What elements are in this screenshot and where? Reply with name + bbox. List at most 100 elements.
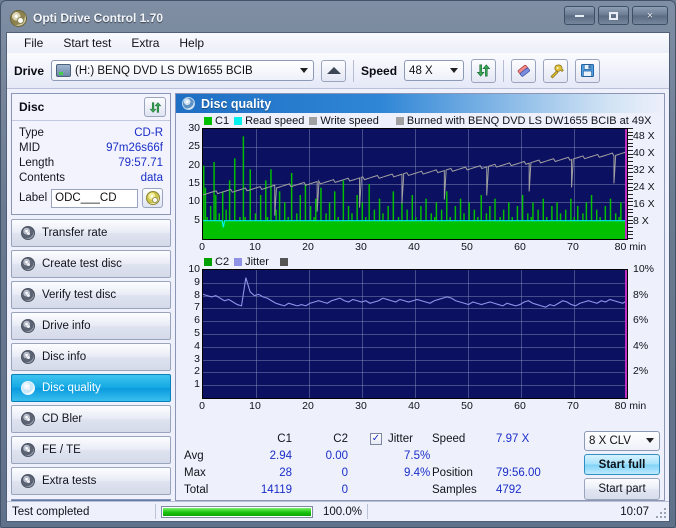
menu-file[interactable]: File bbox=[15, 34, 52, 52]
stats-c1-max: 28 bbox=[279, 466, 292, 479]
disc-label-button[interactable] bbox=[142, 188, 163, 208]
app-window: Opti Drive Control 1.70 × File Start tes… bbox=[0, 0, 676, 528]
close-button[interactable]: × bbox=[632, 6, 668, 25]
toolbar: Drive (H:) BENQ DVD LS DW1655 BCIB Speed… bbox=[7, 53, 669, 89]
y-tick: 5 bbox=[194, 213, 200, 226]
cd-icon bbox=[145, 191, 160, 205]
x-tick: 50 bbox=[461, 400, 473, 412]
legend-marker-icon bbox=[279, 258, 288, 266]
x-tick: 30 bbox=[355, 400, 367, 412]
sidebar-item-drive-info[interactable]: Drive info bbox=[11, 312, 171, 340]
status-time: 10:07 bbox=[620, 505, 649, 518]
y-tick-right: 10% bbox=[633, 263, 655, 275]
disc-row-length: Length 79:57.71 bbox=[19, 155, 163, 170]
stats-info-values: 7.97 X 79:56.00 4792 bbox=[490, 430, 552, 500]
drive-select[interactable]: (H:) BENQ DVD LS DW1655 BCIB bbox=[51, 60, 315, 81]
menu-start-test[interactable]: Start test bbox=[54, 34, 120, 52]
chevron-down-icon bbox=[445, 62, 462, 79]
c2-chart-y-axis-right: 2% 4% 6% 8% 10% bbox=[628, 263, 662, 399]
nav-list: Transfer rate Create test disc Verify te… bbox=[11, 219, 171, 495]
info-value-speed: 7.97 X bbox=[496, 432, 530, 445]
refresh-button[interactable] bbox=[471, 58, 497, 83]
sidebar-item-extra-tests[interactable]: Extra tests bbox=[11, 467, 171, 495]
legend-c2: C2 bbox=[204, 256, 229, 268]
x-tick: 80 min bbox=[614, 400, 647, 412]
info-key-speed: Speed bbox=[432, 432, 466, 445]
drive-select-value: (H:) BENQ DVD LS DW1655 BCIB bbox=[75, 64, 253, 77]
x-tick: 70 bbox=[567, 241, 579, 253]
eject-button[interactable] bbox=[321, 59, 347, 82]
save-button[interactable] bbox=[575, 58, 601, 83]
sidebar-item-create-test-disc[interactable]: Create test disc bbox=[11, 250, 171, 278]
info-value-samples: 4792 bbox=[496, 483, 522, 496]
stats-c2-avg: 0.00 bbox=[325, 449, 348, 462]
menu-bar: File Start test Extra Help bbox=[7, 33, 669, 53]
chevron-down-icon bbox=[295, 62, 312, 79]
x-tick: 80 min bbox=[614, 241, 647, 253]
stats-info-keys: Speed Position Samples bbox=[432, 430, 490, 500]
disc-icon bbox=[21, 474, 35, 488]
status-bar: Test completed 100.0% 10:07 bbox=[7, 501, 669, 521]
menu-extra[interactable]: Extra bbox=[122, 34, 168, 52]
y-tick-right: 6% bbox=[633, 314, 649, 327]
x-tick: 10 bbox=[249, 241, 261, 253]
sidebar-item-cd-bler[interactable]: CD Bler bbox=[11, 405, 171, 433]
jitter-checkbox[interactable]: ✓ bbox=[370, 432, 382, 445]
start-full-button[interactable]: Start full bbox=[584, 453, 660, 476]
y-tick: 15 bbox=[188, 177, 200, 189]
stats-col-jitter: ✓ Jitter 7.5% 9.4% bbox=[348, 430, 432, 500]
progress-cell bbox=[156, 502, 318, 521]
disc-row-type-value: CD-R bbox=[134, 126, 163, 139]
speed-select[interactable]: 48 X bbox=[404, 60, 465, 81]
stats-actions: 8 X CLV Start full Start part bbox=[584, 430, 660, 500]
maximize-button[interactable] bbox=[598, 6, 629, 25]
stats-label-total: Total bbox=[184, 483, 209, 496]
stats-c2-max: 0 bbox=[341, 466, 348, 479]
c2-chart-plot bbox=[202, 269, 628, 399]
drive-icon bbox=[56, 64, 72, 77]
sidebar-item-disc-info[interactable]: Disc info bbox=[11, 343, 171, 371]
legend-burn-info: Burned with BENQ DVD LS DW1655 BCIB at 4… bbox=[395, 115, 651, 127]
sidebar-item-transfer-rate[interactable]: Transfer rate bbox=[11, 219, 171, 247]
c1-chart-y-axis-right: 8 X 16 X 24 X 32 X 40 X 48 X bbox=[628, 128, 662, 240]
stats-header-c1: C1 bbox=[277, 432, 292, 445]
disc-refresh-button[interactable] bbox=[144, 97, 166, 117]
sidebar-item-label: Disc quality bbox=[42, 382, 101, 394]
disc-icon bbox=[21, 381, 35, 395]
stats-jitter-blank bbox=[370, 481, 432, 498]
y-tick: 10 bbox=[188, 195, 200, 208]
stats-label-max: Max bbox=[184, 466, 206, 479]
write-mode-select[interactable]: 8 X CLV bbox=[584, 431, 660, 451]
y-tick: 10 bbox=[188, 263, 200, 275]
sidebar: Disc Type CD-R MID 97m26s66f Length 79:5… bbox=[11, 93, 171, 521]
x-tick: 10 bbox=[249, 400, 261, 412]
disc-icon bbox=[21, 257, 35, 271]
stats-header-c2: C2 bbox=[333, 432, 348, 445]
sidebar-item-verify-test-disc[interactable]: Verify test disc bbox=[11, 281, 171, 309]
c2-jitter-chart: 1 2 3 4 5 6 7 8 9 10 2% 4% 6% 8% 10% bbox=[178, 263, 662, 399]
window-title: Opti Drive Control 1.70 bbox=[33, 11, 164, 25]
stats-col-c1: C1 2.94 28 14119 bbox=[232, 430, 292, 500]
sidebar-item-disc-quality[interactable]: Disc quality bbox=[11, 374, 171, 402]
minimize-button[interactable] bbox=[564, 6, 595, 25]
sidebar-item-fe-te[interactable]: FE / TE bbox=[11, 436, 171, 464]
toolbar-divider-2 bbox=[503, 59, 505, 82]
resize-grip[interactable] bbox=[654, 506, 666, 518]
start-part-button[interactable]: Start part bbox=[584, 478, 660, 500]
menu-help[interactable]: Help bbox=[170, 34, 213, 52]
y-tick: 25 bbox=[188, 140, 200, 153]
stats-jitter-avg: 7.5% bbox=[404, 449, 431, 462]
tools-button[interactable] bbox=[543, 58, 569, 83]
disc-row-mid: MID 97m26s66f bbox=[19, 140, 163, 155]
legend-write-speed: Write speed bbox=[309, 115, 379, 127]
legend-c1: C1 bbox=[204, 115, 229, 127]
c1-chart-legend: C1 Read speed Write speed Burned with BE… bbox=[178, 114, 662, 128]
disc-label-input[interactable]: ODC___CD bbox=[51, 188, 138, 208]
content-header: Disc quality bbox=[176, 94, 664, 113]
chevron-down-icon bbox=[641, 433, 658, 449]
disc-icon bbox=[21, 350, 35, 364]
stats-row-labels: Avg Max Total bbox=[184, 430, 232, 500]
disc-icon bbox=[21, 443, 35, 457]
eraser-button[interactable] bbox=[511, 58, 537, 83]
